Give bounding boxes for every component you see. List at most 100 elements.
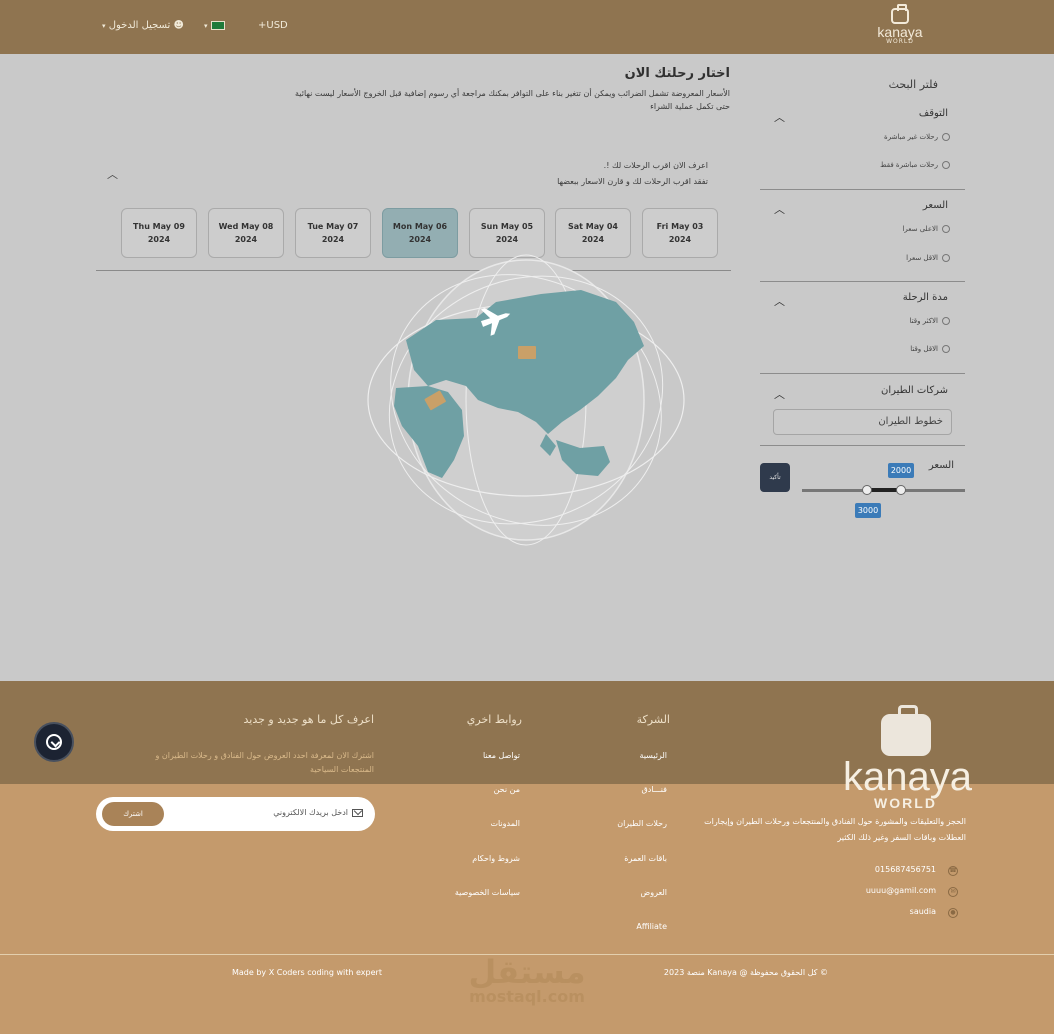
subscribe-button[interactable]: اشترك	[102, 802, 164, 826]
radio-label: الاقل سعرا	[906, 254, 938, 262]
date-card[interactable]: Wed May 08 2024	[208, 208, 284, 258]
chevron-up-icon[interactable]: ︿	[774, 109, 785, 125]
footer-link-affiliate[interactable]: Affiliate	[636, 922, 667, 931]
section-divider	[760, 445, 965, 446]
hint-line-1: اعرف الان اقرب الرحلات لك !.	[603, 161, 708, 170]
date-day: Fri May 03	[656, 222, 704, 231]
newsletter-description: اشترك الان لمعرفة احدد العروض حول الفناد…	[155, 751, 375, 774]
radio-lowest-price[interactable]: الاقل سعرا	[906, 254, 950, 262]
radio-highest-price[interactable]: الاعلى سعرا	[902, 225, 950, 233]
price-slider-max-handle[interactable]	[896, 485, 906, 495]
brand-logo[interactable]: kanaya WORLD	[870, 4, 930, 45]
radio-circle-icon	[942, 161, 950, 169]
date-year: 2024	[581, 235, 605, 244]
contact-email[interactable]: uuuu@gamil.com	[866, 886, 936, 895]
date-card[interactable]: Tue May 07 2024	[295, 208, 371, 258]
footer-link-privacy[interactable]: سياسات الخصوصية	[455, 888, 520, 897]
contact-location: saudia	[909, 907, 936, 916]
date-day: Sun May 05	[480, 222, 534, 231]
date-day: Wed May 08	[218, 222, 274, 231]
user-icon: ☻	[173, 20, 184, 31]
radio-circle-icon	[942, 225, 950, 233]
radio-longest[interactable]: الاكثر وقتا	[910, 317, 950, 325]
email-placeholder: ادخل بريدك الالكتروني	[273, 808, 348, 817]
hint-line-2: تفقد اقرب الرحلات لك و قارن الاسعار ببعض…	[557, 177, 708, 186]
whatsapp-icon	[46, 734, 62, 750]
logo-name: kanaya	[877, 24, 923, 40]
radio-circle-icon	[942, 317, 950, 325]
suitcase-icon	[891, 4, 909, 24]
radio-label: رحلات غير مباشرة	[884, 133, 938, 141]
mail-icon	[352, 808, 363, 817]
section-divider	[760, 373, 965, 374]
contact-phone[interactable]: 015687456751	[875, 865, 936, 874]
copyright-text: © كل الحقوق محفوظة @ Kanaya منصة 2023	[663, 968, 828, 977]
footer-link-blog[interactable]: المدونات	[490, 819, 520, 828]
footer-link-offers[interactable]: العروض	[641, 888, 667, 897]
date-year: 2024	[408, 235, 432, 244]
section-divider	[760, 281, 965, 282]
radio-direct[interactable]: رحلات مباشرة فقط	[880, 161, 950, 169]
radio-circle-icon	[942, 133, 950, 141]
radio-label: الاقل وقتا	[910, 345, 938, 353]
radio-circle-icon	[942, 254, 950, 262]
page-title: اختار رحلتك الان	[624, 66, 730, 81]
date-card[interactable]: Thu May 09 2024	[121, 208, 197, 258]
footer-link-home[interactable]: الرئيسية	[639, 751, 667, 760]
saudi-flag-icon	[210, 20, 225, 30]
login-menu[interactable]: ▾ تسجيل الدخول ☻	[102, 20, 184, 31]
email-icon: ✉	[948, 887, 958, 897]
footer-link-hotels[interactable]: فنـــادق	[642, 785, 667, 794]
login-label: تسجيل الدخول	[108, 20, 171, 31]
price-tooltip-max: 3000	[855, 503, 881, 518]
footer-other-links-title: روابط اخري	[466, 713, 522, 726]
date-day: Tue May 07	[307, 222, 359, 231]
made-by-text: Made by X Coders coding with expert	[232, 968, 382, 977]
airlines-input[interactable]: خطوط الطيران	[773, 409, 952, 435]
date-year: 2024	[668, 235, 692, 244]
section-divider	[760, 189, 965, 190]
radio-shortest[interactable]: الاقل وقتا	[910, 345, 950, 353]
currency-label: +USD	[258, 20, 288, 31]
globe-illustration	[367, 254, 685, 546]
footer-link-flights[interactable]: رحلات الطيران	[617, 819, 667, 828]
chevron-up-icon[interactable]: ︿	[774, 293, 785, 309]
chevron-down-icon: ▾	[204, 22, 208, 30]
price-section-title: السعر	[922, 200, 948, 211]
footer-link-umrah[interactable]: باقات العمرة	[624, 854, 667, 863]
duration-section-title: مدة الرحلة	[902, 292, 948, 303]
date-year: 2024	[495, 235, 519, 244]
top-header: kanaya WORLD +USD ▾ ▾ تسجيل الدخول ☻	[0, 0, 1054, 54]
currency-selector[interactable]: +USD	[258, 20, 288, 31]
whatsapp-button[interactable]	[34, 722, 74, 762]
footer-logo[interactable]: kanaya WORLD	[843, 705, 972, 810]
footer-about-text: الحجز والتعليقات والمشورة حول الفنادق وا…	[704, 817, 966, 842]
radio-label: الاعلى سعرا	[902, 225, 938, 233]
footer-company-title: الشركة	[636, 713, 670, 726]
radio-label: الاكثر وقتا	[909, 317, 938, 325]
confirm-button[interactable]: تأكيد	[760, 463, 790, 492]
phone-icon: ☎	[948, 866, 958, 876]
watermark-latin: mostaql.com	[469, 987, 585, 1006]
mostaql-watermark: مستقل mostaql.com	[462, 955, 592, 1005]
footer-link-terms[interactable]: شروط واحكام	[472, 854, 520, 863]
footer-link-about[interactable]: من نحن	[494, 785, 520, 794]
radio-indirect[interactable]: رحلات غير مباشرة	[884, 133, 950, 141]
date-year: 2024	[234, 235, 258, 244]
newsletter-title: اعرف كل ما هو جديد و جديد	[243, 713, 375, 726]
price-range-label: السعر	[928, 460, 954, 471]
price-tooltip-min: 2000	[888, 463, 914, 478]
airlines-section-title: شركات الطيران	[881, 385, 948, 396]
stops-section-title: التوقف	[918, 108, 948, 119]
location-pin-icon: ●	[948, 908, 958, 918]
chevron-up-icon[interactable]: ︿	[774, 386, 785, 402]
price-slider-min-handle[interactable]	[862, 485, 872, 495]
language-selector[interactable]: ▾	[204, 20, 225, 31]
watermark-arabic: مستقل	[468, 953, 586, 991]
footer-link-contact[interactable]: تواصل معنا	[483, 751, 520, 760]
collapse-chevron-icon[interactable]: ︿	[107, 166, 118, 182]
date-day: Thu May 09	[133, 222, 185, 231]
newsletter-form: اشترك ادخل بريدك الالكتروني	[96, 797, 375, 831]
newsletter-email-input[interactable]: ادخل بريدك الالكتروني	[273, 808, 363, 817]
chevron-up-icon[interactable]: ︿	[774, 201, 785, 217]
